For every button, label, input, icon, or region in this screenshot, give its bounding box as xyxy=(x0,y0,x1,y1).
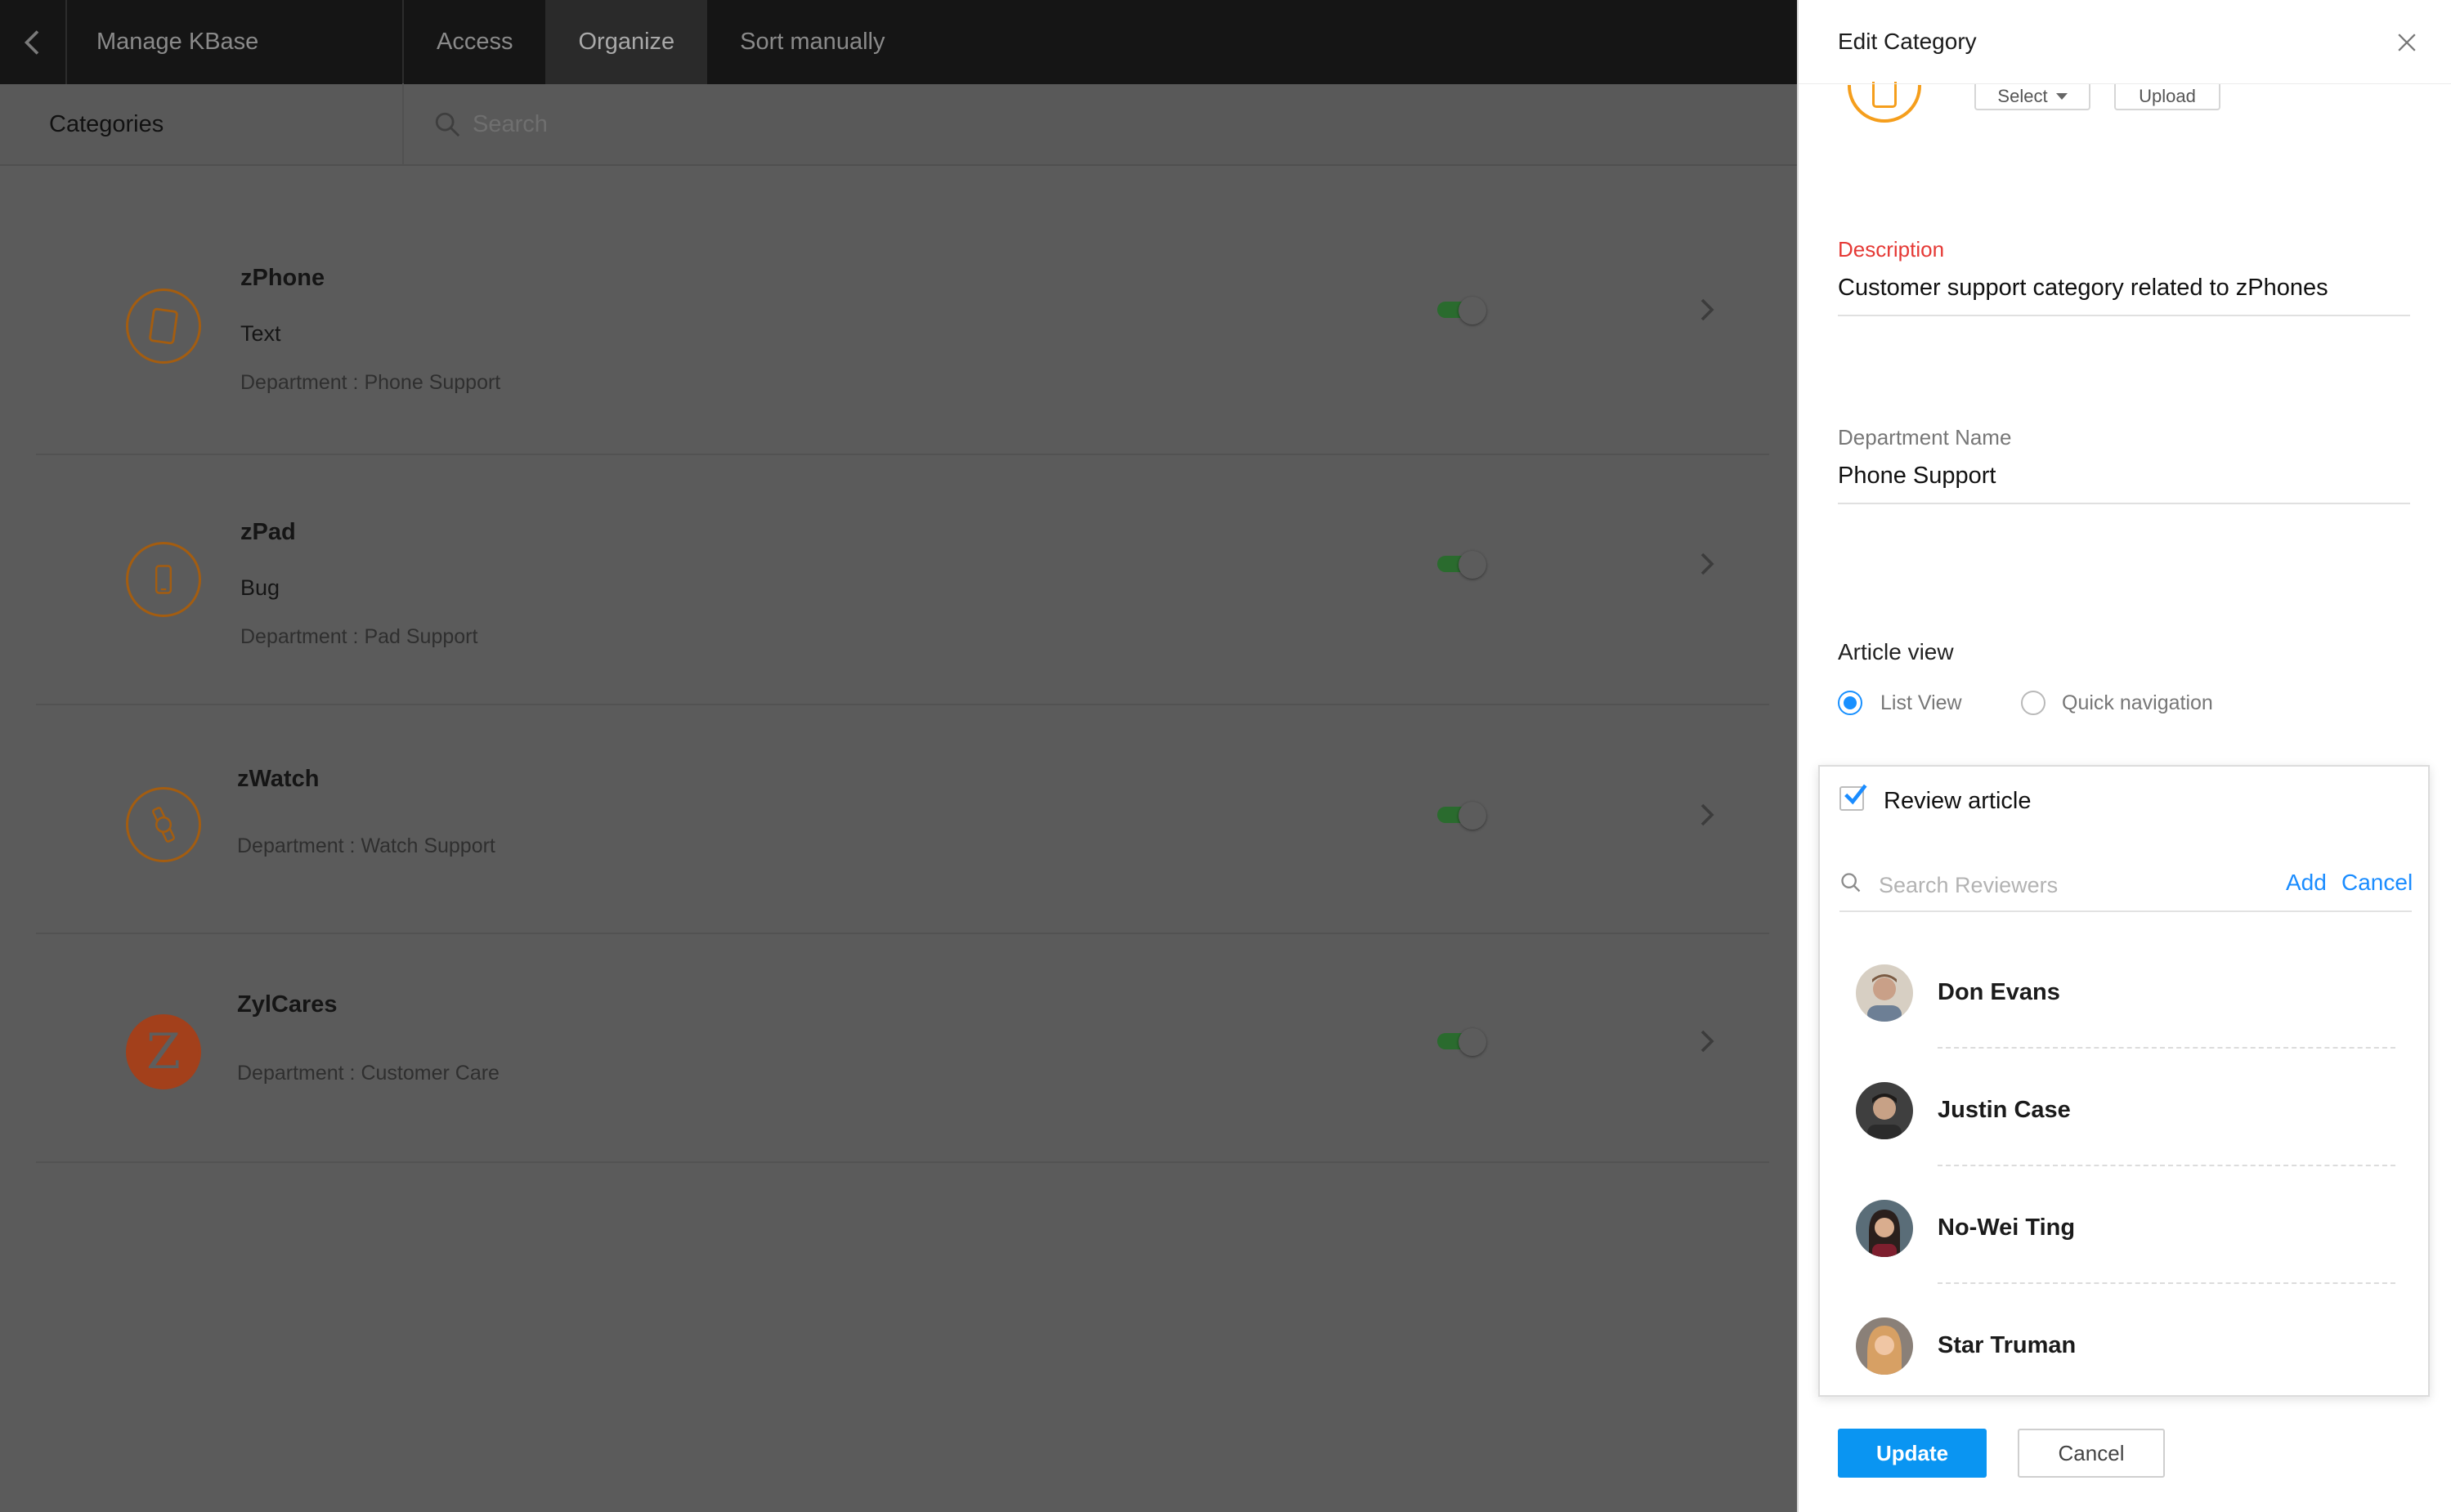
top-nav-bar: Manage KBase Access Organize Sort manual… xyxy=(0,0,1797,84)
category-toggle[interactable] xyxy=(1437,297,1488,324)
list-view-label[interactable]: List View xyxy=(1880,691,1962,715)
review-article-label: Review article xyxy=(1884,788,2032,814)
list-view-radio[interactable] xyxy=(1838,691,1862,715)
tab-organize[interactable]: Organize xyxy=(545,0,708,84)
select-logo-button[interactable]: Select xyxy=(1974,84,2090,110)
department-underline xyxy=(1838,503,2410,504)
tablet-icon xyxy=(126,289,201,364)
reviewer-search-row: Search Reviewers Add Cancel xyxy=(1839,865,2413,912)
avatar xyxy=(1856,1317,1913,1375)
review-article-checkbox[interactable] xyxy=(1839,784,1867,811)
reviewer-list-item[interactable]: No-Wei Ting xyxy=(1820,1165,2428,1284)
chevron-right-icon[interactable] xyxy=(1697,551,1717,577)
select-label: Select xyxy=(1997,86,2048,106)
category-row[interactable]: zPhone Text Department : Phone Support xyxy=(36,168,1769,455)
panel-title: Edit Category xyxy=(1838,29,1977,54)
z-logo-icon: Z xyxy=(126,1014,201,1089)
phone-icon xyxy=(1872,82,1897,108)
category-toggle[interactable] xyxy=(1437,802,1488,830)
description-underline xyxy=(1838,315,2410,316)
chevron-right-icon[interactable] xyxy=(1697,802,1717,828)
tab-sort-manually[interactable]: Sort manually xyxy=(707,0,917,84)
reviewer-name: Justin Case xyxy=(1938,1097,2071,1123)
department-label: Department Name xyxy=(1838,425,2012,450)
category-row[interactable]: zWatch Department : Watch Support xyxy=(36,705,1769,934)
update-button[interactable]: Update xyxy=(1838,1429,1987,1478)
reviewer-list-item[interactable]: Star Truman xyxy=(1820,1283,2428,1395)
reviewer-list-item[interactable]: Don Evans xyxy=(1820,930,2428,1049)
review-article-section: Review article Search Reviewers Add Canc… xyxy=(1818,765,2430,1397)
edit-category-panel: Select Upload Edit Category Description … xyxy=(1797,0,2451,1512)
avatar xyxy=(1856,1200,1913,1257)
category-type: Text xyxy=(240,321,281,346)
description-label: Description xyxy=(1838,237,1945,262)
category-name: zPad xyxy=(240,519,296,545)
category-list: zPhone Text Department : Phone Support z… xyxy=(0,168,1797,1512)
department-field[interactable]: Phone Support xyxy=(1838,463,1996,490)
sub-header: Categories Search xyxy=(0,83,1797,166)
cancel-reviewer-link[interactable]: Cancel xyxy=(2341,870,2413,896)
reviewer-list-item[interactable]: Justin Case xyxy=(1820,1048,2428,1166)
category-search[interactable]: Search xyxy=(404,83,548,165)
article-view-label: Article view xyxy=(1838,639,1954,664)
search-reviewers-input[interactable]: Search Reviewers xyxy=(1879,873,2058,898)
quick-navigation-radio[interactable] xyxy=(2021,691,2045,715)
add-reviewer-link[interactable]: Add xyxy=(2286,870,2327,896)
category-type: Bug xyxy=(240,575,280,600)
caret-down-icon xyxy=(2055,93,2068,100)
search-placeholder: Search xyxy=(473,110,548,137)
search-icon xyxy=(1841,873,1861,892)
chevron-right-icon[interactable] xyxy=(1697,1028,1717,1054)
tab-access[interactable]: Access xyxy=(404,0,545,84)
category-department: Department : Watch Support xyxy=(237,834,495,857)
app-title: Manage KBase xyxy=(67,0,404,84)
category-toggle[interactable] xyxy=(1437,551,1488,579)
upload-label: Upload xyxy=(2139,86,2196,106)
category-department: Department : Customer Care xyxy=(237,1062,500,1085)
category-row[interactable]: zPad Bug Department : Pad Support xyxy=(36,455,1769,705)
description-field[interactable]: Customer support category related to zPh… xyxy=(1838,275,2328,302)
checkmark-icon xyxy=(1844,784,1867,805)
upload-logo-button[interactable]: Upload xyxy=(2114,84,2220,110)
chevron-left-icon xyxy=(24,29,39,55)
back-button[interactable] xyxy=(0,0,67,84)
chevron-right-icon[interactable] xyxy=(1697,297,1717,323)
watch-icon xyxy=(126,787,201,862)
category-toggle[interactable] xyxy=(1437,1028,1488,1056)
search-icon xyxy=(435,112,460,137)
category-name: ZylCares xyxy=(237,991,338,1018)
reviewer-name: Star Truman xyxy=(1938,1332,2077,1358)
category-department: Department : Phone Support xyxy=(240,371,501,394)
quick-navigation-label[interactable]: Quick navigation xyxy=(2062,691,2213,715)
cancel-button[interactable]: Cancel xyxy=(2018,1429,2165,1478)
category-department: Department : Pad Support xyxy=(240,625,478,648)
close-icon[interactable] xyxy=(2395,31,2418,54)
reviewer-name: Don Evans xyxy=(1938,979,2060,1005)
reviewer-name: No-Wei Ting xyxy=(1938,1215,2076,1241)
category-name: zWatch xyxy=(237,766,320,792)
category-name: zPhone xyxy=(240,265,325,291)
avatar xyxy=(1856,964,1913,1022)
category-row[interactable]: Z ZylCares Department : Customer Care xyxy=(36,934,1769,1163)
categories-heading: Categories xyxy=(0,83,404,165)
phone-icon xyxy=(126,542,201,617)
avatar xyxy=(1856,1082,1913,1139)
panel-header: Edit Category xyxy=(1799,0,2451,84)
